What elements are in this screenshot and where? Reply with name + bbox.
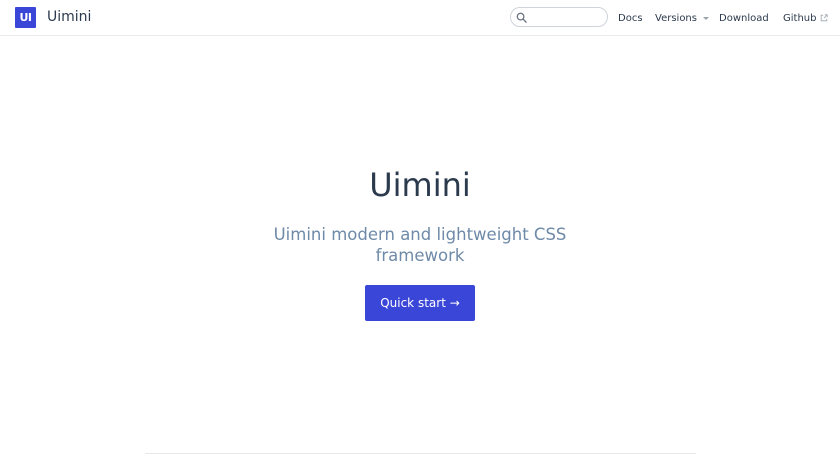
nav-versions-dropdown[interactable]: Versions (655, 13, 709, 24)
nav-download-link[interactable]: Download (719, 13, 769, 24)
nav-versions-label: Versions (655, 12, 697, 24)
chevron-down-icon (702, 17, 709, 20)
brand-name: Uimini (47, 9, 92, 25)
top-navbar: UI Uimini Docs Versions Download Github (0, 0, 840, 36)
hero-subtitle: Uimini modern and lightweight CSS framew… (273, 225, 567, 265)
search-icon (516, 12, 527, 23)
brand-link[interactable]: UI Uimini (15, 7, 91, 28)
nav-github-wrap: Github (783, 0, 829, 36)
hero-title: Uimini (369, 166, 471, 204)
quick-start-button[interactable]: Quick start → (365, 285, 475, 321)
logo: UI (15, 7, 36, 28)
external-link-icon (821, 14, 829, 22)
nav-download-wrap: Download (719, 0, 769, 36)
section-divider (145, 453, 696, 454)
nav-github-link[interactable]: Github (783, 12, 829, 24)
nav-docs-link[interactable]: Docs (618, 13, 643, 24)
nav-versions-wrap: Versions (655, 0, 709, 36)
search-box[interactable] (510, 7, 608, 27)
nav-github-label: Github (783, 12, 817, 24)
search-input[interactable] (531, 10, 603, 24)
nav-docs-wrap: Docs (618, 0, 643, 36)
